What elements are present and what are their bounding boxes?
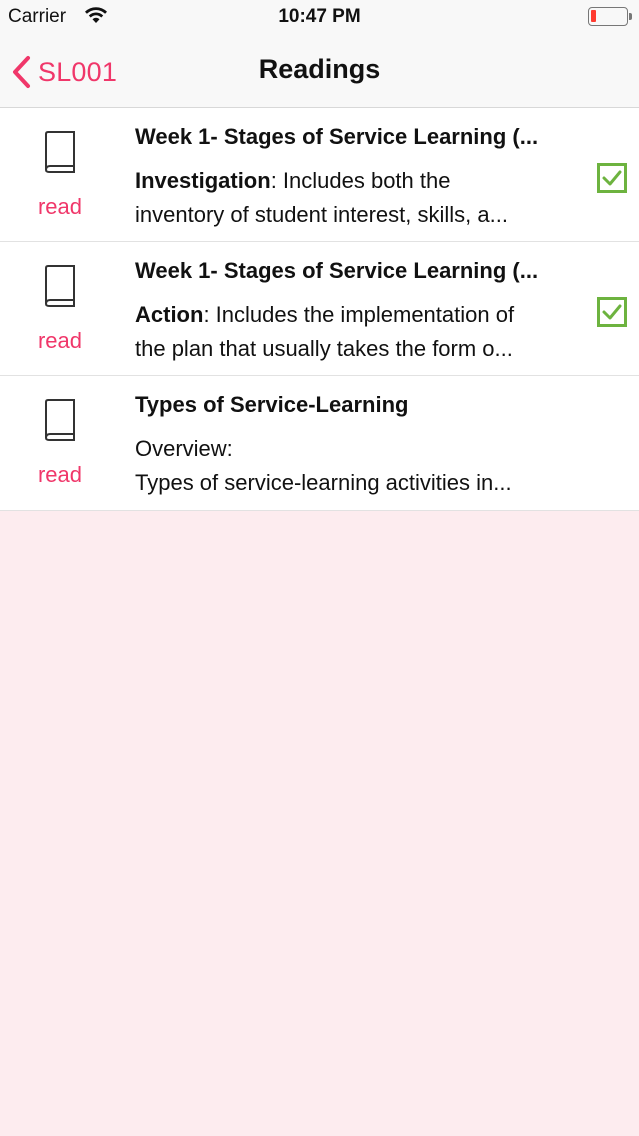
book-icon <box>45 265 75 307</box>
reading-row[interactable]: read Week 1- Stages of Service Learning … <box>0 242 639 376</box>
readings-list: read Week 1- Stages of Service Learning … <box>0 108 639 511</box>
reading-row[interactable]: read Types of Service-Learning Overview:… <box>0 376 639 511</box>
reading-status: read <box>0 108 120 241</box>
read-status-label: read <box>37 462 83 487</box>
reading-title: Week 1- Stages of Service Learning (... <box>135 124 539 149</box>
reading-summary-line-2: Types of service-learning activities in.… <box>135 470 512 495</box>
page-title: Readings <box>258 54 381 84</box>
reading-status: read <box>0 242 120 375</box>
navigation-bar: SL001 Readings <box>0 34 639 108</box>
reading-summary-line: Action: Includes the implementation of <box>135 302 585 328</box>
reading-summary-line: Overview: <box>135 436 585 462</box>
reading-summary-line-2: the plan that usually takes the form o..… <box>135 336 513 361</box>
read-status-label: read <box>37 194 83 219</box>
clock-time: 10:47 PM <box>278 6 361 27</box>
checkbox-checked-icon[interactable] <box>597 297 627 327</box>
reading-summary-text: : Includes both the <box>270 168 451 193</box>
reading-title: Types of Service-Learning <box>135 392 409 417</box>
book-icon <box>45 131 75 173</box>
reading-row[interactable]: read Week 1- Stages of Service Learning … <box>0 108 639 242</box>
battery-icon <box>588 7 632 26</box>
checkbox-checked-icon[interactable] <box>597 163 627 193</box>
status-bar: Carrier 10:47 PM <box>0 0 639 34</box>
reading-summary-line: Investigation: Includes both the <box>135 168 585 194</box>
reading-status: read <box>0 376 120 510</box>
reading-summary-line-2: inventory of student interest, skills, a… <box>135 202 508 227</box>
read-status-label: read <box>37 328 83 353</box>
reading-summary-text: Overview: <box>135 436 233 461</box>
reading-summary-bold: Action <box>135 302 204 327</box>
reading-title: Week 1- Stages of Service Learning (... <box>135 258 539 283</box>
reading-summary-bold: Investigation <box>135 168 271 193</box>
reading-summary-text: : Includes the implementation of <box>203 302 515 327</box>
book-icon <box>45 399 75 441</box>
battery-level <box>591 10 596 22</box>
